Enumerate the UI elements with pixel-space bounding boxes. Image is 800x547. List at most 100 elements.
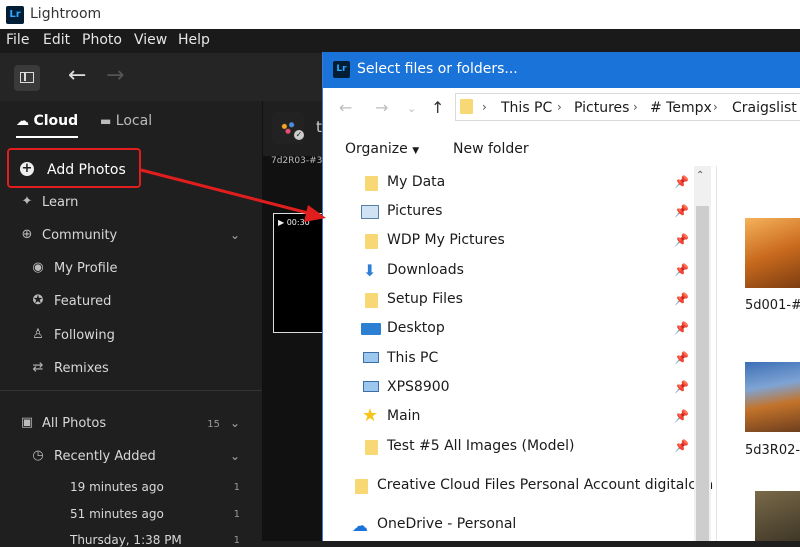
file-thumbnail[interactable]	[745, 362, 800, 432]
pin-icon[interactable]: 📌	[674, 204, 689, 218]
file-thumbnail[interactable]	[755, 491, 800, 541]
breadcrumb-this-pc[interactable]: This PC	[501, 100, 552, 116]
remix-icon: ⇄	[32, 360, 44, 375]
folder-icon	[365, 293, 378, 308]
sidebar-item-label: Featured	[54, 294, 112, 309]
file-label[interactable]: 5d001-#	[745, 298, 800, 313]
download-icon: ⬇	[363, 261, 377, 280]
organize-label: Organize	[345, 141, 408, 157]
back-arrow-icon[interactable]: ←	[339, 98, 352, 117]
file-label[interactable]: 5d3R02-	[745, 443, 800, 458]
chevron-down-icon[interactable]: ⌄	[230, 416, 240, 430]
chevron-right-icon: ›	[482, 100, 487, 114]
star-icon: ★	[362, 405, 379, 426]
lightroom-logo-icon: Lr	[6, 6, 24, 24]
chevron-down-icon[interactable]: ⌄	[230, 228, 240, 242]
nav-item-label: Pictures	[387, 203, 443, 219]
menu-help[interactable]: Help	[178, 32, 210, 48]
address-bar[interactable]: › This PC › Pictures › # Tempx › Craigsl…	[455, 93, 800, 121]
panel-icon	[20, 72, 34, 83]
pin-icon[interactable]: 📌	[674, 321, 689, 335]
nav-item-this-pc[interactable]: This PC 📌	[323, 346, 713, 372]
photo-filename: 7d2R03-#33	[271, 156, 329, 166]
nav-item-desktop[interactable]: Desktop 📌	[323, 316, 713, 342]
pin-icon[interactable]: 📌	[674, 175, 689, 189]
nav-item-pictures[interactable]: Pictures 📌	[323, 199, 713, 225]
forward-arrow-icon[interactable]: →	[106, 63, 124, 88]
nav-item-setup-files[interactable]: Setup Files 📌	[323, 287, 713, 313]
tab-cloud[interactable]: ☁ Cloud	[16, 113, 79, 138]
video-thumbnail[interactable]: ▶ 00:30	[273, 213, 325, 333]
nav-item-label: Main	[387, 408, 421, 424]
nav-item-onedrive[interactable]: ☁ OneDrive - Personal	[323, 512, 713, 538]
chevron-up-icon[interactable]: ⌃	[696, 170, 704, 181]
video-duration-label: 00:30	[286, 218, 310, 227]
nav-item-test-5[interactable]: Test #5 All Images (Model) 📌	[323, 434, 713, 460]
sidebar-item-label: Community	[42, 228, 118, 243]
breadcrumb-tempx[interactable]: # Tempx	[650, 100, 712, 116]
up-arrow-icon[interactable]: ↑	[431, 98, 444, 117]
photos-icon: ▣	[20, 415, 34, 430]
sidebar-toggle-button[interactable]	[14, 65, 40, 91]
nav-item-downloads[interactable]: ⬇ Downloads 📌	[323, 258, 713, 284]
nav-pane-scrollbar[interactable]: ⌃	[694, 166, 711, 541]
pin-icon[interactable]: 📌	[674, 409, 689, 423]
breadcrumb-pictures[interactable]: Pictures	[574, 100, 629, 116]
tab-local[interactable]: ▬ Local	[100, 113, 152, 129]
following-icon: ♙	[32, 327, 44, 342]
clock-icon: ◷	[32, 448, 44, 463]
tab-cloud-label: Cloud	[33, 113, 79, 129]
menu-view[interactable]: View	[134, 32, 167, 48]
address-bar-row: ← → ⌄ ↑ › This PC › Pictures › # Tempx ›…	[323, 88, 800, 128]
forward-arrow-icon[interactable]: →	[375, 98, 388, 117]
nav-item-my-data[interactable]: My Data 📌	[323, 170, 713, 196]
breadcrumb-craigslist[interactable]: Craigslist	[732, 100, 797, 116]
file-thumbnail[interactable]	[745, 218, 800, 288]
organize-button[interactable]: Organize ▼	[345, 141, 419, 157]
sidebar-item-label: Following	[54, 328, 115, 343]
album-title: t	[316, 118, 322, 136]
recent-locations-icon[interactable]: ⌄	[407, 102, 416, 115]
add-photos-label: Add Photos	[47, 162, 126, 178]
pin-icon[interactable]: 📌	[674, 233, 689, 247]
folder-icon	[365, 234, 378, 249]
video-duration: ▶ 00:30	[278, 218, 310, 227]
navigation-pane: My Data 📌 Pictures 📌 WDP My Pictures 📌 ⬇…	[323, 166, 713, 541]
sidebar-item-label: Remixes	[54, 361, 109, 376]
sidebar-item-label: All Photos	[42, 416, 107, 431]
dialog-title: Select files or folders...	[357, 61, 518, 77]
pin-icon[interactable]: 📌	[674, 439, 689, 453]
menu-edit[interactable]: Edit	[43, 32, 70, 48]
nav-item-main[interactable]: ★ Main 📌	[323, 404, 713, 430]
computer-icon	[363, 352, 379, 363]
folder-icon	[365, 176, 378, 191]
nav-item-wdp-my-pictures[interactable]: WDP My Pictures 📌	[323, 228, 713, 254]
scrollbar-thumb[interactable]	[696, 206, 709, 541]
desktop-icon	[361, 323, 381, 335]
nav-item-label: OneDrive - Personal	[377, 516, 517, 532]
sidebar-item-label: Thursday, 1:38 PM	[70, 533, 182, 547]
new-folder-button[interactable]: New folder	[453, 141, 529, 157]
lightroom-logo-icon: Lr	[333, 61, 350, 78]
add-photos-button[interactable]: + Add Photos	[7, 148, 141, 188]
nav-item-xps8900[interactable]: XPS8900 📌	[323, 375, 713, 401]
menu-file[interactable]: File	[6, 32, 29, 48]
pin-icon[interactable]: 📌	[674, 380, 689, 394]
caret-down-icon: ▼	[412, 146, 420, 156]
nav-item-label: My Data	[387, 174, 446, 190]
file-picker-dialog: Lr Select files or folders... ← → ⌄ ↑ › …	[322, 52, 800, 541]
back-arrow-icon[interactable]: ←	[68, 63, 86, 88]
profile-icon: ◉	[32, 260, 44, 275]
folder-icon	[460, 99, 473, 114]
computer-icon	[363, 381, 379, 392]
all-photos-count: 15	[207, 419, 220, 430]
folder-icon	[365, 440, 378, 455]
pin-icon[interactable]: 📌	[674, 263, 689, 277]
chevron-down-icon[interactable]: ⌄	[230, 449, 240, 463]
app-title-bar: Lr Lightroom	[0, 0, 800, 29]
pin-icon[interactable]: 📌	[674, 292, 689, 306]
nav-item-creative-cloud[interactable]: Creative Cloud Files Personal Account di…	[323, 473, 713, 499]
pin-icon[interactable]: 📌	[674, 351, 689, 365]
menu-photo[interactable]: Photo	[82, 32, 122, 48]
file-list-pane: 5d001-# 5d3R02-	[716, 166, 800, 541]
